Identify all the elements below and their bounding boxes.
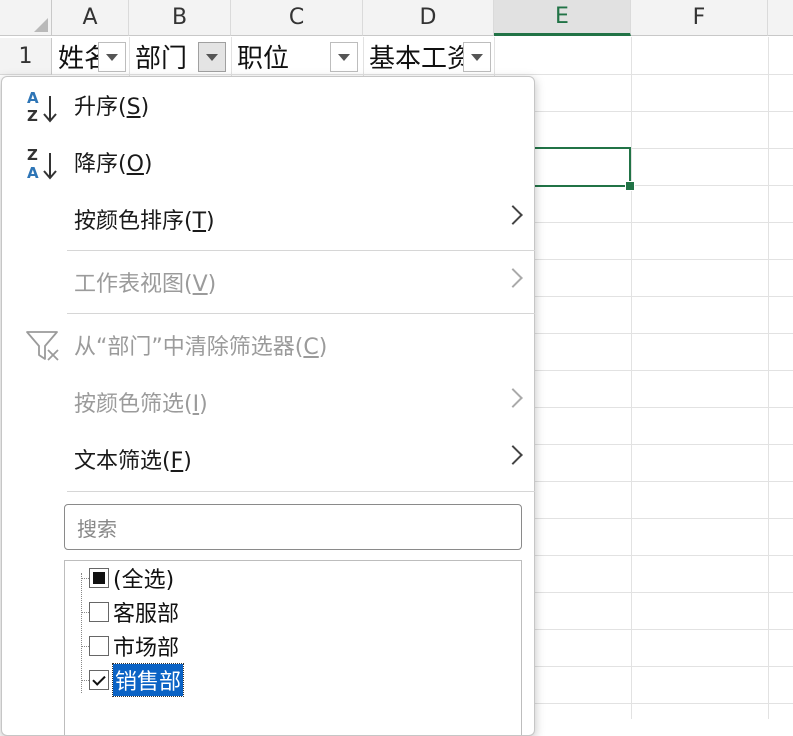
shichang-checkbox[interactable] bbox=[89, 636, 109, 656]
cell-d1[interactable]: 基本工资 bbox=[363, 38, 463, 74]
svg-text:A: A bbox=[27, 164, 39, 182]
filter-dropdown-b[interactable] bbox=[198, 42, 226, 72]
sort-descending-icon: Z A bbox=[27, 146, 57, 182]
clear-filter-item: 从“部门”中清除筛选器(C) bbox=[2, 320, 536, 370]
cell-a1[interactable]: 姓名 bbox=[52, 38, 100, 74]
filter-dropdown-icon bbox=[471, 53, 483, 61]
filter-option-xiaoshou[interactable]: 销售部 bbox=[81, 663, 185, 697]
select-all-checkbox[interactable] bbox=[89, 568, 109, 588]
column-header-b[interactable]: B bbox=[129, 0, 231, 36]
filter-dropdown-a[interactable] bbox=[98, 42, 126, 72]
row-header-1[interactable]: 1 bbox=[0, 38, 52, 75]
column-header-f[interactable]: F bbox=[631, 0, 768, 36]
menu-separator bbox=[67, 491, 535, 492]
filter-search-input[interactable]: 搜索 bbox=[64, 504, 522, 550]
sort-by-color-item[interactable]: 按颜色排序(T) bbox=[2, 194, 536, 244]
chevron-right-icon bbox=[503, 205, 523, 225]
chevron-right-icon bbox=[503, 445, 523, 465]
sort-ascending-item[interactable]: A Z 升序(S) bbox=[2, 80, 536, 130]
filter-dropdown-icon bbox=[338, 53, 350, 61]
filter-option-shichang[interactable]: 市场部 bbox=[81, 629, 179, 663]
chevron-right-icon bbox=[503, 268, 523, 288]
svg-text:Z: Z bbox=[27, 107, 38, 125]
filter-by-color-item: 按颜色筛选(I) bbox=[2, 377, 536, 427]
menu-separator bbox=[67, 313, 535, 314]
filter-dropdown-icon bbox=[106, 53, 118, 61]
filter-dropdown-c[interactable] bbox=[330, 42, 358, 72]
chevron-right-icon bbox=[503, 388, 523, 408]
cell-c1[interactable]: 职位 bbox=[231, 38, 331, 74]
column-header-g[interactable] bbox=[768, 0, 793, 36]
menu-separator bbox=[67, 250, 535, 251]
text-filter-item[interactable]: 文本筛选(F) bbox=[2, 434, 536, 484]
filter-option-kefu[interactable]: 客服部 bbox=[81, 595, 179, 629]
autofilter-menu: A Z 升序(S) Z A 降序(O) 按颜色排序(T) 工作表视图(V) 从“… bbox=[1, 76, 535, 736]
filter-option-select-all[interactable]: (全选) bbox=[81, 561, 174, 595]
sort-ascending-icon: A Z bbox=[27, 89, 57, 125]
sheet-view-item: 工作表视图(V) bbox=[2, 257, 536, 307]
column-header-e[interactable]: E bbox=[494, 0, 631, 36]
filter-dropdown-d[interactable] bbox=[463, 42, 491, 72]
svg-text:A: A bbox=[27, 89, 39, 107]
fill-handle[interactable] bbox=[625, 181, 635, 191]
clear-filter-icon bbox=[26, 331, 59, 361]
filter-dropdown-icon bbox=[206, 53, 218, 61]
svg-text:Z: Z bbox=[27, 146, 38, 164]
sort-descending-item[interactable]: Z A 降序(O) bbox=[2, 137, 536, 187]
column-header-d[interactable]: D bbox=[363, 0, 494, 36]
filter-values-list: (全选) 客服部 市场部 销售部 bbox=[64, 560, 522, 735]
column-header-c[interactable]: C bbox=[231, 0, 363, 36]
column-header-a[interactable]: A bbox=[52, 0, 129, 36]
cell-b1[interactable]: 部门 bbox=[129, 38, 199, 74]
search-placeholder: 搜索 bbox=[77, 516, 117, 541]
xiaoshou-checkbox[interactable] bbox=[89, 670, 109, 690]
select-all-corner[interactable] bbox=[0, 0, 52, 36]
kefu-checkbox[interactable] bbox=[89, 602, 109, 622]
